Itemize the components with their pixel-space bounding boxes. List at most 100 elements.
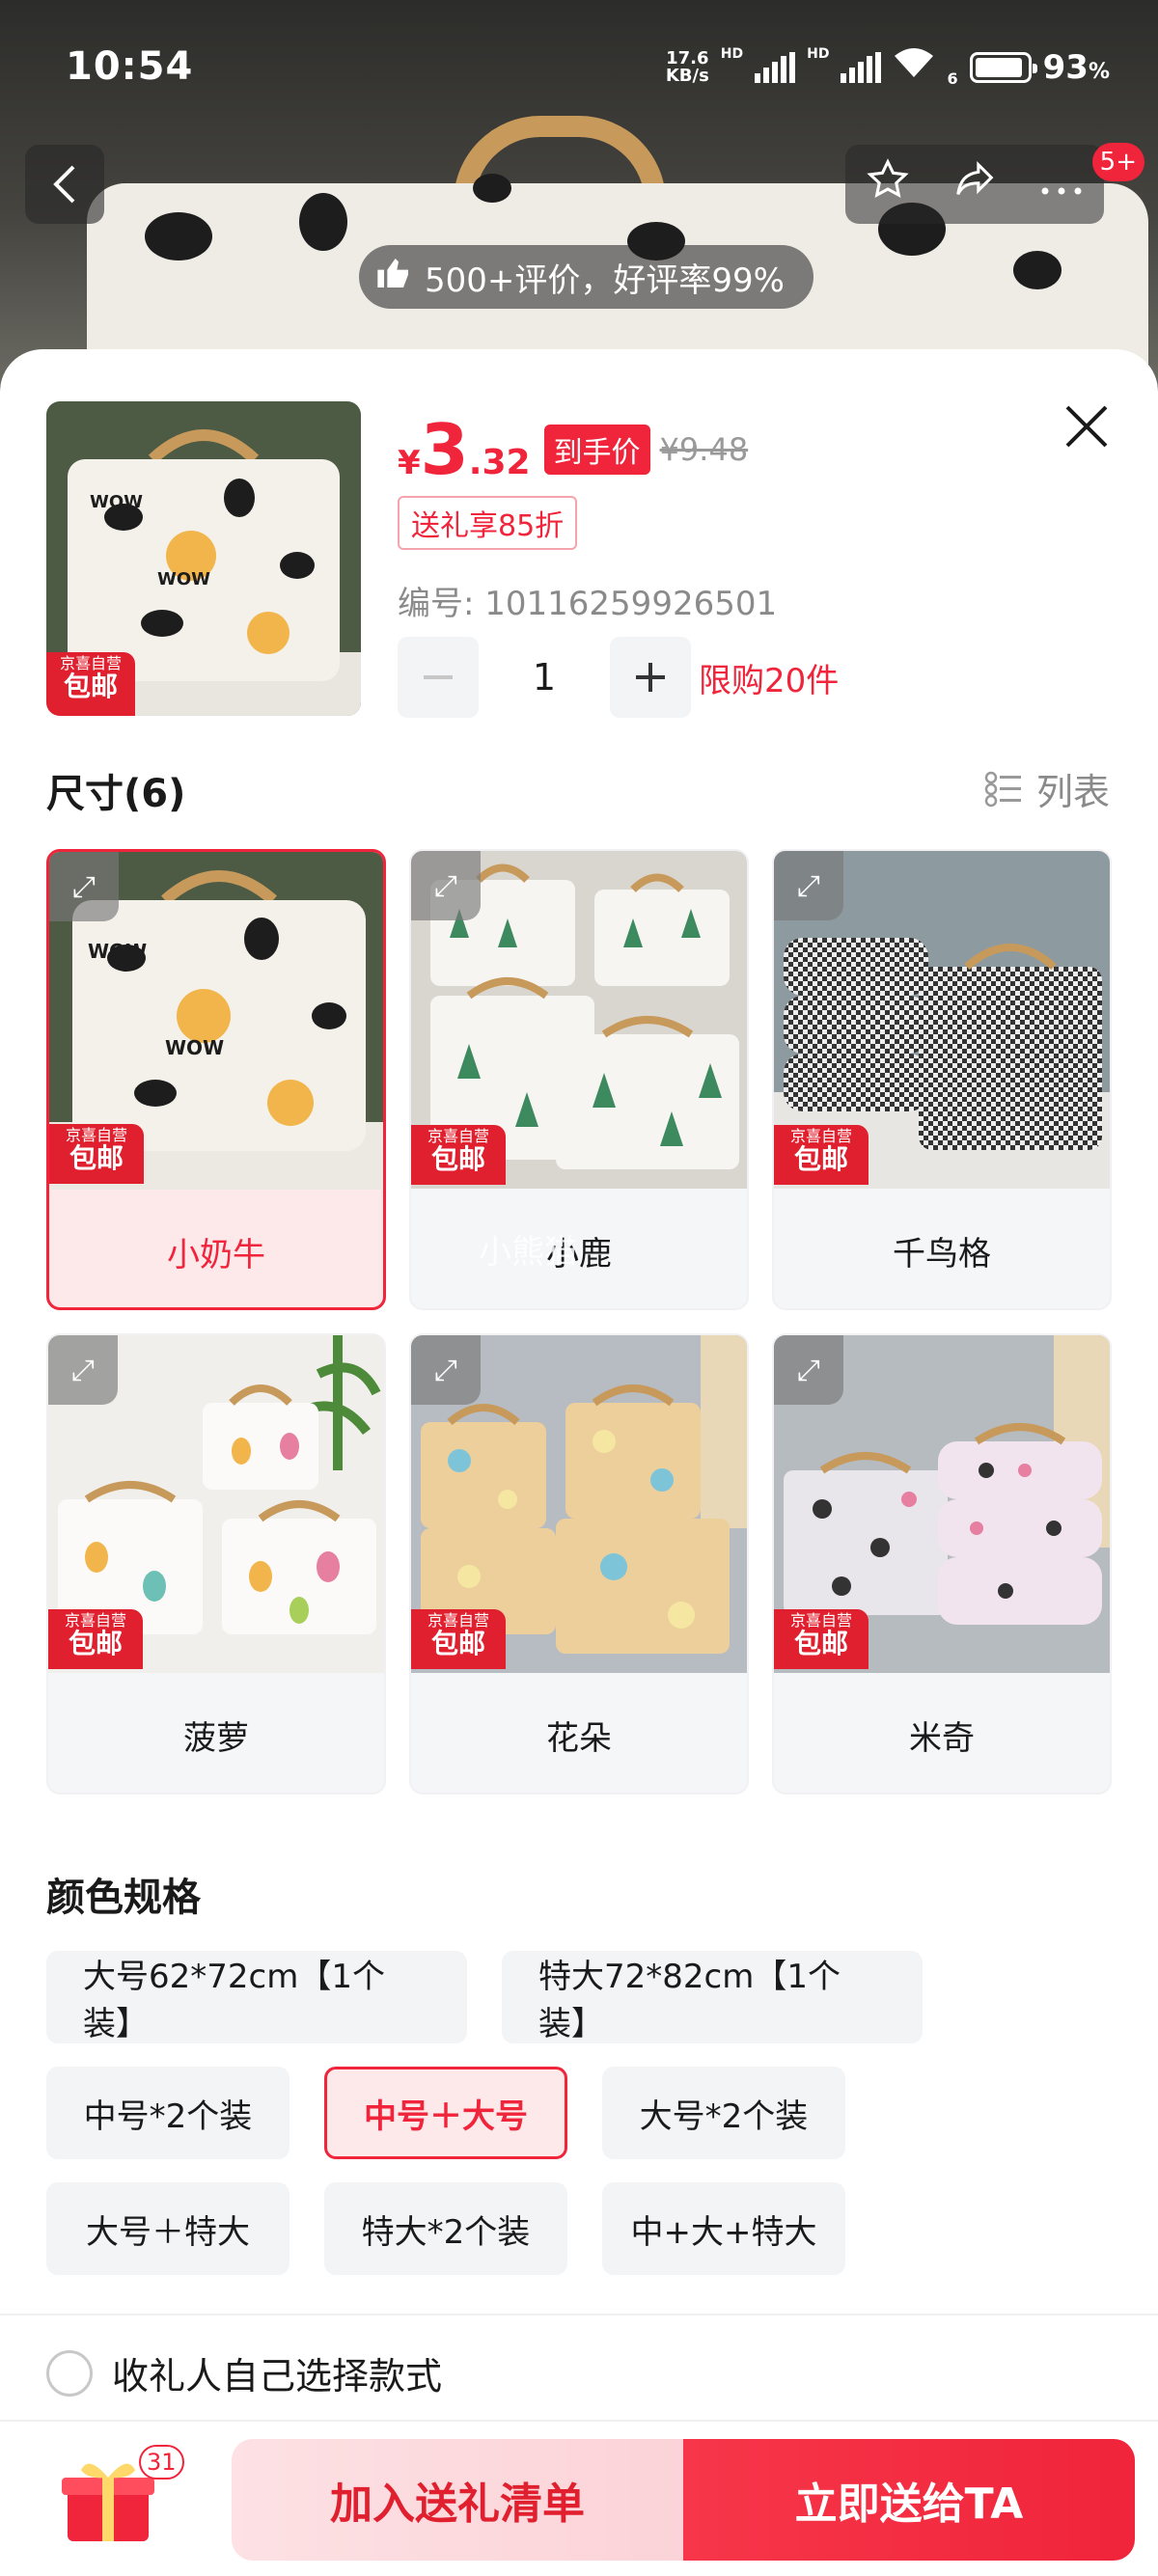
jd-self-operated-badge: 京喜自营 包邮	[411, 1609, 506, 1669]
back-button[interactable]	[25, 145, 104, 224]
purchase-limit: 限购20件	[699, 661, 840, 700]
badge-line-1: 京喜自营	[789, 1611, 852, 1630]
list-icon	[984, 771, 1021, 807]
size-option-card[interactable]: ⤢ 京喜自营 包邮 花朵	[409, 1333, 749, 1795]
expand-icon[interactable]: ⤢	[774, 1335, 843, 1405]
price-integer: 3	[420, 409, 469, 490]
size-option-card[interactable]: ⤢ 京喜自营 包邮	[772, 1333, 1112, 1795]
option-label: 小鹿	[411, 1189, 747, 1308]
expand-icon[interactable]: ⤢	[49, 852, 119, 921]
hd-label-2: HD	[807, 46, 830, 62]
badge-line-1: 京喜自营	[789, 1127, 852, 1145]
svg-text:WOW: WOW	[90, 492, 143, 512]
option-label: 小奶牛	[167, 1235, 265, 1274]
badge-line-2: 包邮	[793, 1143, 848, 1175]
price-decimal: .32	[468, 443, 531, 482]
option-label: 菠萝	[183, 1718, 249, 1758]
final-price-tag: 到手价	[543, 425, 650, 475]
battery-fill	[975, 57, 1022, 77]
more-badge: 5+	[1091, 143, 1144, 181]
review-banner[interactable]: 500+评价，好评率99%	[359, 245, 813, 309]
size-option-card[interactable]: ⤢ WOW WOW 京喜自营 包邮 小奶牛	[46, 849, 386, 1310]
decrease-button[interactable]	[398, 637, 479, 718]
size-option-card[interactable]: ⤢ 京喜自营	[46, 1333, 386, 1795]
price-row: ¥ 3 .32 到手价 ¥9.48	[398, 415, 748, 484]
badge-line-2: 包邮	[793, 1628, 848, 1659]
spec-option-chip[interactable]: 中+大+特大	[602, 2182, 845, 2275]
jd-self-operated-badge: 京喜自营 包邮	[49, 1124, 144, 1184]
wifi-icon	[893, 46, 935, 88]
battery-icon	[969, 51, 1037, 83]
status-time: 10:54	[66, 44, 194, 89]
wifi-label: 6	[947, 69, 958, 88]
badge-line-1: 京喜自营	[427, 1611, 489, 1630]
network-speed: 17.6 KB/s	[665, 47, 709, 86]
divider	[0, 2314, 1158, 2316]
favorite-button[interactable]	[866, 157, 910, 211]
bottom-action-bar: 31 加入送礼清单 立即送给TA	[0, 2400, 1158, 2561]
gift-discount-tag: 送礼享85折	[398, 496, 578, 550]
badge-line-2: 包邮	[68, 1628, 123, 1659]
close-button[interactable]	[1058, 397, 1116, 455]
expand-icon[interactable]: ⤢	[774, 851, 843, 920]
option-label: 米奇	[909, 1718, 975, 1758]
product-thumbnail[interactable]: WOW WOW 京喜自营 包邮	[46, 401, 361, 716]
top-action-group	[845, 145, 1104, 224]
sku-number: 编号: 10116259926501	[398, 585, 778, 623]
svg-text:WOW: WOW	[88, 940, 147, 963]
badge-line-2: 包邮	[430, 1143, 485, 1175]
network-speed-unit: KB/s	[665, 65, 709, 86]
more-button[interactable]	[1039, 162, 1084, 206]
network-speed-value: 17.6	[666, 47, 709, 69]
jd-self-operated-badge: 京喜自营 包邮	[774, 1125, 868, 1185]
spec-option-chip[interactable]: 特大72*82cm【1个装】	[502, 1951, 923, 2043]
send-now-button[interactable]: 立即送给TA	[683, 2439, 1135, 2561]
star-icon	[867, 158, 909, 199]
badge-line-1: 京喜自营	[59, 654, 122, 672]
spec-option-chip[interactable]: 特大*2个装	[324, 2182, 567, 2275]
size-option-card[interactable]: ⤢ 京喜自营 包邮	[409, 849, 749, 1310]
close-icon	[1065, 405, 1108, 448]
status-icons: 17.6 KB/s HD HD 6 93%	[666, 46, 1110, 88]
spec-option-chip[interactable]: 大号*2个装	[602, 2067, 845, 2159]
battery-percent: 93	[1042, 47, 1089, 87]
option-label: 花朵	[546, 1718, 612, 1758]
signal-icon	[755, 51, 796, 83]
battery-unit: %	[1088, 59, 1110, 84]
spec-option-chip[interactable]: 中号*2个装	[46, 2067, 290, 2159]
hd-label: HD	[720, 46, 744, 62]
spec-option-chip[interactable]: 大号＋特大	[46, 2182, 290, 2275]
gift-count-badge: 31	[139, 2445, 184, 2480]
size-options-grid: ⤢ WOW WOW 京喜自营 包邮 小奶牛 ⤢ 京喜自营 包邮 小鹿 小熊猫 ⤢…	[46, 849, 1112, 1795]
add-to-gift-list-button[interactable]: 加入送礼清单	[232, 2439, 683, 2561]
increase-button[interactable]	[610, 637, 691, 718]
badge-line-1: 京喜自营	[64, 1611, 126, 1630]
spec-option-chip-selected[interactable]: 中号＋大号	[324, 2067, 567, 2159]
badge-line-2: 包邮	[69, 1142, 124, 1174]
spec-options: 大号62*72cm【1个装】 特大72*82cm【1个装】 中号*2个装 中号＋…	[46, 1951, 1112, 2298]
expand-icon[interactable]: ⤢	[48, 1335, 118, 1405]
signal-icon-2	[841, 51, 882, 83]
badge-line-2: 包邮	[430, 1628, 485, 1659]
share-button[interactable]	[951, 157, 998, 211]
jd-self-operated-badge: 京喜自营 包邮	[48, 1609, 143, 1669]
recipient-choice-radio[interactable]	[46, 2349, 93, 2397]
quantity-stepper: 1 限购20件	[398, 637, 839, 718]
list-view-toggle[interactable]: 列表	[984, 762, 1110, 815]
list-toggle-label: 列表	[1035, 771, 1110, 813]
size-option-card[interactable]: ⤢ 京喜自营	[772, 849, 1112, 1310]
badge-line-1: 京喜自营	[427, 1127, 489, 1145]
status-bar: 10:54 17.6 KB/s HD HD 6 93%	[0, 0, 1158, 135]
quantity-value[interactable]: 1	[479, 656, 610, 699]
review-text: 500+评价，好评率99%	[425, 260, 785, 300]
expand-icon[interactable]: ⤢	[411, 851, 481, 920]
watermark-text: 小熊猫	[479, 1233, 577, 1272]
spec-option-chip[interactable]: 大号62*72cm【1个装】	[46, 1951, 467, 2043]
expand-icon[interactable]: ⤢	[411, 1335, 481, 1405]
original-price: ¥9.48	[659, 431, 749, 468]
more-icon	[1041, 187, 1082, 195]
svg-text:WOW: WOW	[165, 1036, 224, 1059]
thumbs-up-icon	[374, 254, 413, 301]
svg-text:WOW: WOW	[157, 569, 210, 589]
recipient-choice[interactable]: 收礼人自己选择款式	[46, 2346, 442, 2399]
